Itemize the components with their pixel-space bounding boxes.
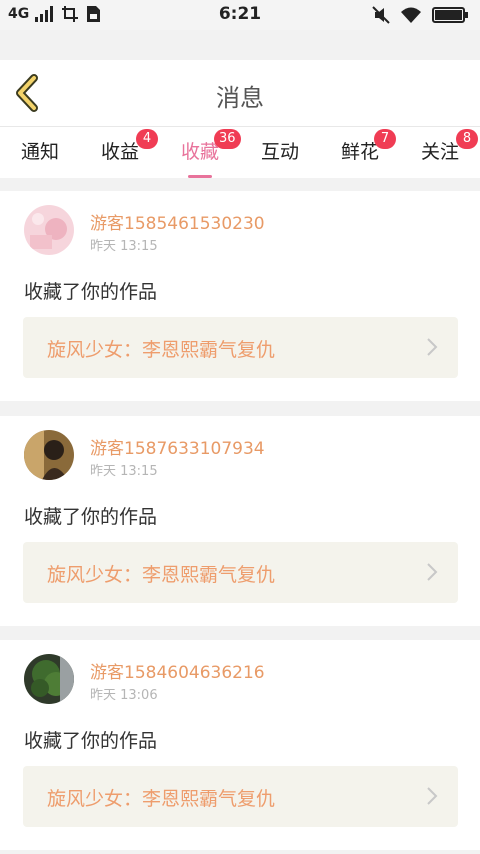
page-title: 消息 — [216, 84, 264, 112]
tab-label: 收藏 — [180, 141, 219, 163]
tab-earnings[interactable]: 收益 4 — [80, 129, 160, 171]
chevron-right-icon — [427, 563, 438, 581]
tab-follows[interactable]: 关注 8 — [400, 129, 480, 171]
work-link[interactable]: 旋风少女：李恩熙霸气复仇 — [23, 317, 458, 378]
tab-bar: 通知 收益 4 收藏 36 互动 鲜花 7 关注 8 — [0, 126, 480, 178]
list-item: 游客1585461530230 昨天 13:15 收藏了你的作品 旋风少女：李恩… — [0, 191, 480, 401]
action-text: 收藏了你的作品 — [24, 281, 158, 303]
tab-label: 鲜花 — [340, 141, 379, 163]
header: 消息 — [0, 60, 480, 126]
timestamp: 昨天 13:15 — [90, 239, 158, 254]
tab-interactions[interactable]: 互动 — [240, 137, 320, 171]
username[interactable]: 游客1584604636216 — [90, 658, 265, 683]
work-title: 旋风少女：李恩熙霸气复仇 — [47, 339, 276, 361]
avatar-image — [24, 430, 74, 480]
battery-icon — [432, 7, 468, 23]
tab-label: 通知 — [20, 141, 59, 163]
avatar[interactable] — [24, 430, 74, 480]
list-item: 游客1584604636216 昨天 13:06 收藏了你的作品 旋风少女：李恩… — [0, 640, 480, 850]
count-badge: 7 — [374, 129, 396, 149]
username[interactable]: 游客1587633107934 — [90, 434, 265, 459]
count-badge: 8 — [456, 129, 478, 149]
avatar-image — [24, 654, 74, 704]
status-bar: 4G 6:21 — [0, 0, 480, 30]
tab-favorites[interactable]: 收藏 36 — [160, 129, 241, 178]
timestamp: 昨天 13:06 — [90, 688, 158, 703]
tab-label: 收益 — [100, 141, 139, 163]
active-tab-indicator — [188, 175, 212, 178]
work-title: 旋风少女：李恩熙霸气复仇 — [47, 564, 276, 586]
status-right — [372, 6, 468, 24]
wifi-icon — [401, 7, 421, 23]
timestamp: 昨天 13:15 — [90, 464, 158, 479]
chevron-right-icon — [427, 787, 438, 805]
action-text: 收藏了你的作品 — [24, 730, 158, 752]
count-badge: 4 — [136, 129, 158, 149]
work-title: 旋风少女：李恩熙霸气复仇 — [47, 788, 276, 810]
chevron-right-icon — [427, 338, 438, 356]
action-text: 收藏了你的作品 — [24, 506, 158, 528]
avatar-image — [24, 205, 74, 255]
avatar[interactable] — [24, 654, 74, 704]
tab-notifications[interactable]: 通知 — [0, 137, 80, 171]
mute-icon — [372, 6, 390, 24]
tab-label: 关注 — [420, 141, 459, 163]
work-link[interactable]: 旋风少女：李恩熙霸气复仇 — [23, 542, 458, 603]
tab-flowers[interactable]: 鲜花 7 — [320, 129, 400, 171]
count-badge: 36 — [214, 129, 241, 149]
work-link[interactable]: 旋风少女：李恩熙霸气复仇 — [23, 766, 458, 827]
avatar[interactable] — [24, 205, 74, 255]
tab-label: 互动 — [260, 141, 299, 163]
list-item: 游客1587633107934 昨天 13:15 收藏了你的作品 旋风少女：李恩… — [0, 416, 480, 626]
username[interactable]: 游客1585461530230 — [90, 209, 265, 234]
